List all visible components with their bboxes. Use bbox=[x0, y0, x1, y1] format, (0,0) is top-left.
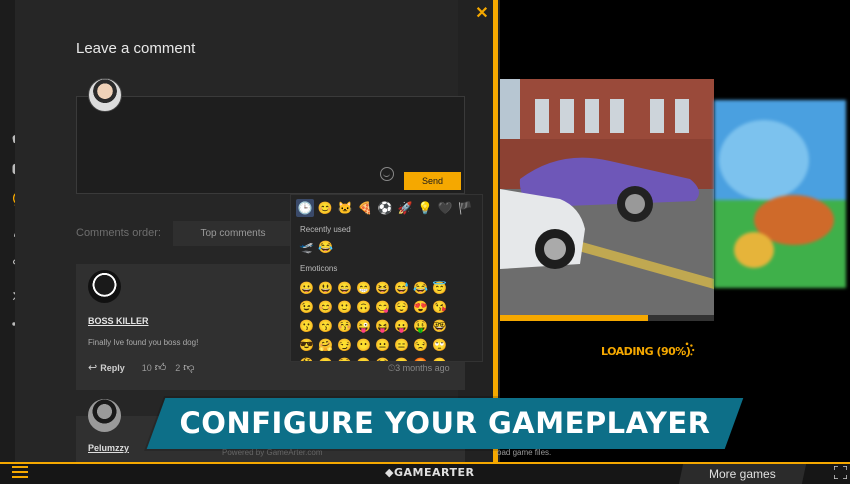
close-icon[interactable]: ✕ bbox=[474, 6, 490, 22]
emoji-item[interactable]: 😒 bbox=[411, 335, 430, 354]
emoji-item[interactable]: 😔 bbox=[430, 354, 449, 362]
more-games-button[interactable]: More games bbox=[678, 464, 807, 484]
emoji-tab[interactable]: 🏴 bbox=[456, 199, 474, 217]
emoji-item[interactable]: 😂 bbox=[316, 237, 335, 256]
send-button[interactable]: Send bbox=[404, 172, 461, 190]
emoji-item[interactable]: 😆 bbox=[373, 278, 392, 297]
emoji-tab[interactable]: ⚽ bbox=[376, 199, 394, 217]
download-note: oad game files. bbox=[497, 448, 552, 457]
menu-icon[interactable] bbox=[12, 466, 28, 478]
emoji-tab[interactable]: 💡 bbox=[416, 199, 434, 217]
emoji-item[interactable]: 😠 bbox=[392, 354, 411, 362]
emoji-tab[interactable]: 🍕 bbox=[356, 199, 374, 217]
recent-emoji-grid: 🛫 😂 bbox=[297, 237, 449, 256]
dislikes-count: 2 bbox=[175, 362, 181, 373]
emoji-item[interactable]: 😅 bbox=[392, 278, 411, 297]
powered-by-text: Powered by GameArter.com bbox=[222, 448, 323, 457]
comment-text: Finally Ive found you boss dog! bbox=[88, 338, 199, 347]
emoji-item[interactable]: 😉 bbox=[297, 297, 316, 316]
emoji-item[interactable]: 🛫 bbox=[297, 237, 316, 256]
comment-time: 🕓︎3 months ago bbox=[388, 363, 450, 373]
emoji-item[interactable]: 😇 bbox=[430, 278, 449, 297]
comments-order-select[interactable]: Top comments bbox=[173, 221, 293, 246]
emoji-item[interactable]: 😄 bbox=[335, 278, 354, 297]
emoji-item[interactable]: 😞 bbox=[354, 354, 373, 362]
emoticons-label: Emoticons bbox=[300, 264, 338, 273]
emoji-item[interactable]: 😃 bbox=[316, 278, 335, 297]
emoji-picker-icon[interactable] bbox=[380, 167, 394, 181]
emoji-tab[interactable]: 🖤 bbox=[436, 199, 454, 217]
emoji-item[interactable]: 😍 bbox=[411, 297, 430, 316]
loading-progress-bar bbox=[500, 315, 714, 321]
panel-scrollbar[interactable] bbox=[493, 0, 498, 462]
emoticons-grid: 😀😃😄😁😆😅😂😇 😉😊🙂🙃😋😌😍😘 😗😙😚😜😝😛🤑🤓 😎🤗😏😶😐😑😒🙄 🤔😬😳😞😟😠😡😔… bbox=[297, 278, 449, 362]
reply-arrow-icon[interactable]: ↩ bbox=[88, 361, 97, 374]
emoji-item[interactable]: 😛 bbox=[392, 316, 411, 335]
emoji-item[interactable]: 😜 bbox=[354, 316, 373, 335]
promo-banner-text: CONFIGURE YOUR GAMEPLAYER bbox=[179, 406, 711, 440]
emoji-item[interactable]: 😁 bbox=[354, 278, 373, 297]
comments-order-label: Comments order: bbox=[76, 227, 161, 239]
avatar bbox=[88, 270, 121, 303]
avatar bbox=[88, 78, 122, 112]
emoji-item[interactable]: 😘 bbox=[430, 297, 449, 316]
emoji-item[interactable]: 😝 bbox=[373, 316, 392, 335]
emoji-item[interactable]: 😋 bbox=[373, 297, 392, 316]
emoji-item[interactable]: 😗 bbox=[297, 316, 316, 335]
panel-title: Leave a comment bbox=[76, 40, 196, 57]
game-player-screen: LOADING (90%) ✕ Leave a comment Send Com… bbox=[0, 0, 850, 484]
emoji-item[interactable]: 😟 bbox=[373, 354, 392, 362]
emoji-item[interactable]: 🙄 bbox=[430, 335, 449, 354]
recently-used-label: Recently used bbox=[300, 225, 351, 234]
emoji-item[interactable]: 😚 bbox=[335, 316, 354, 335]
emoji-item[interactable]: 😂 bbox=[411, 278, 430, 297]
emoji-item[interactable]: 😡 bbox=[411, 354, 430, 362]
emoji-item[interactable]: 🤑 bbox=[411, 316, 430, 335]
emoji-item[interactable]: 😏 bbox=[335, 335, 354, 354]
emoji-item[interactable]: 🙂 bbox=[335, 297, 354, 316]
emoji-tab[interactable]: 🕒 bbox=[296, 199, 314, 217]
avatar bbox=[88, 399, 121, 432]
game-preview-secondary bbox=[714, 100, 846, 288]
likes-count: 10 bbox=[141, 362, 152, 373]
loading-spinner-icon bbox=[680, 342, 695, 358]
emoji-tab[interactable]: 🐱 bbox=[336, 199, 354, 217]
emoji-item[interactable]: 😀 bbox=[297, 278, 316, 297]
emoji-item[interactable]: 🤓 bbox=[430, 316, 449, 335]
emoji-item[interactable]: 😐 bbox=[373, 335, 392, 354]
comment-author[interactable]: Pelumzzy bbox=[88, 443, 129, 453]
emoji-item[interactable]: 😎 bbox=[297, 335, 316, 354]
emoji-tab[interactable]: 🚀 bbox=[396, 199, 414, 217]
reply-button[interactable]: Reply bbox=[100, 363, 125, 373]
emoji-item[interactable]: 😶 bbox=[354, 335, 373, 354]
emoji-item[interactable]: 🤔 bbox=[297, 354, 316, 362]
emoji-tab[interactable]: 😊 bbox=[316, 199, 334, 217]
emoji-item[interactable]: 😊 bbox=[316, 297, 335, 316]
comment-actions: ↩ Reply 10 👍︎ 2 👎︎ bbox=[88, 361, 194, 374]
loading-text: LOADING (90%) bbox=[601, 345, 691, 358]
emoji-picker-popup: 🕒 😊 🐱 🍕 ⚽ 🚀 💡 🖤 🏴 Recently used 🛫 😂 Emoticons 😀 😃 😄… bbox=[290, 194, 483, 362]
thumbs-up-icon[interactable]: 👍︎ bbox=[155, 361, 167, 374]
game-preview-main bbox=[500, 79, 714, 315]
thumbs-down-icon[interactable]: 👎︎ bbox=[183, 361, 194, 374]
loading-progress-fill bbox=[500, 315, 648, 321]
emoji-item[interactable]: 😳 bbox=[335, 354, 354, 362]
brand-logo[interactable]: ◆GAMEARTER bbox=[385, 466, 474, 479]
emoji-item[interactable]: 😌 bbox=[392, 297, 411, 316]
comment-author[interactable]: BOSS KILLER bbox=[88, 316, 149, 326]
fullscreen-icon[interactable] bbox=[834, 466, 847, 479]
emoji-item[interactable]: 😬 bbox=[316, 354, 335, 362]
emoji-category-tabs: 🕒 😊 🐱 🍕 ⚽ 🚀 💡 🖤 🏴 bbox=[296, 199, 474, 217]
emoji-item[interactable]: 🤗 bbox=[316, 335, 335, 354]
emoji-item[interactable]: 😑 bbox=[392, 335, 411, 354]
emoji-item[interactable]: 🙃 bbox=[354, 297, 373, 316]
emoji-item[interactable]: 😙 bbox=[316, 316, 335, 335]
